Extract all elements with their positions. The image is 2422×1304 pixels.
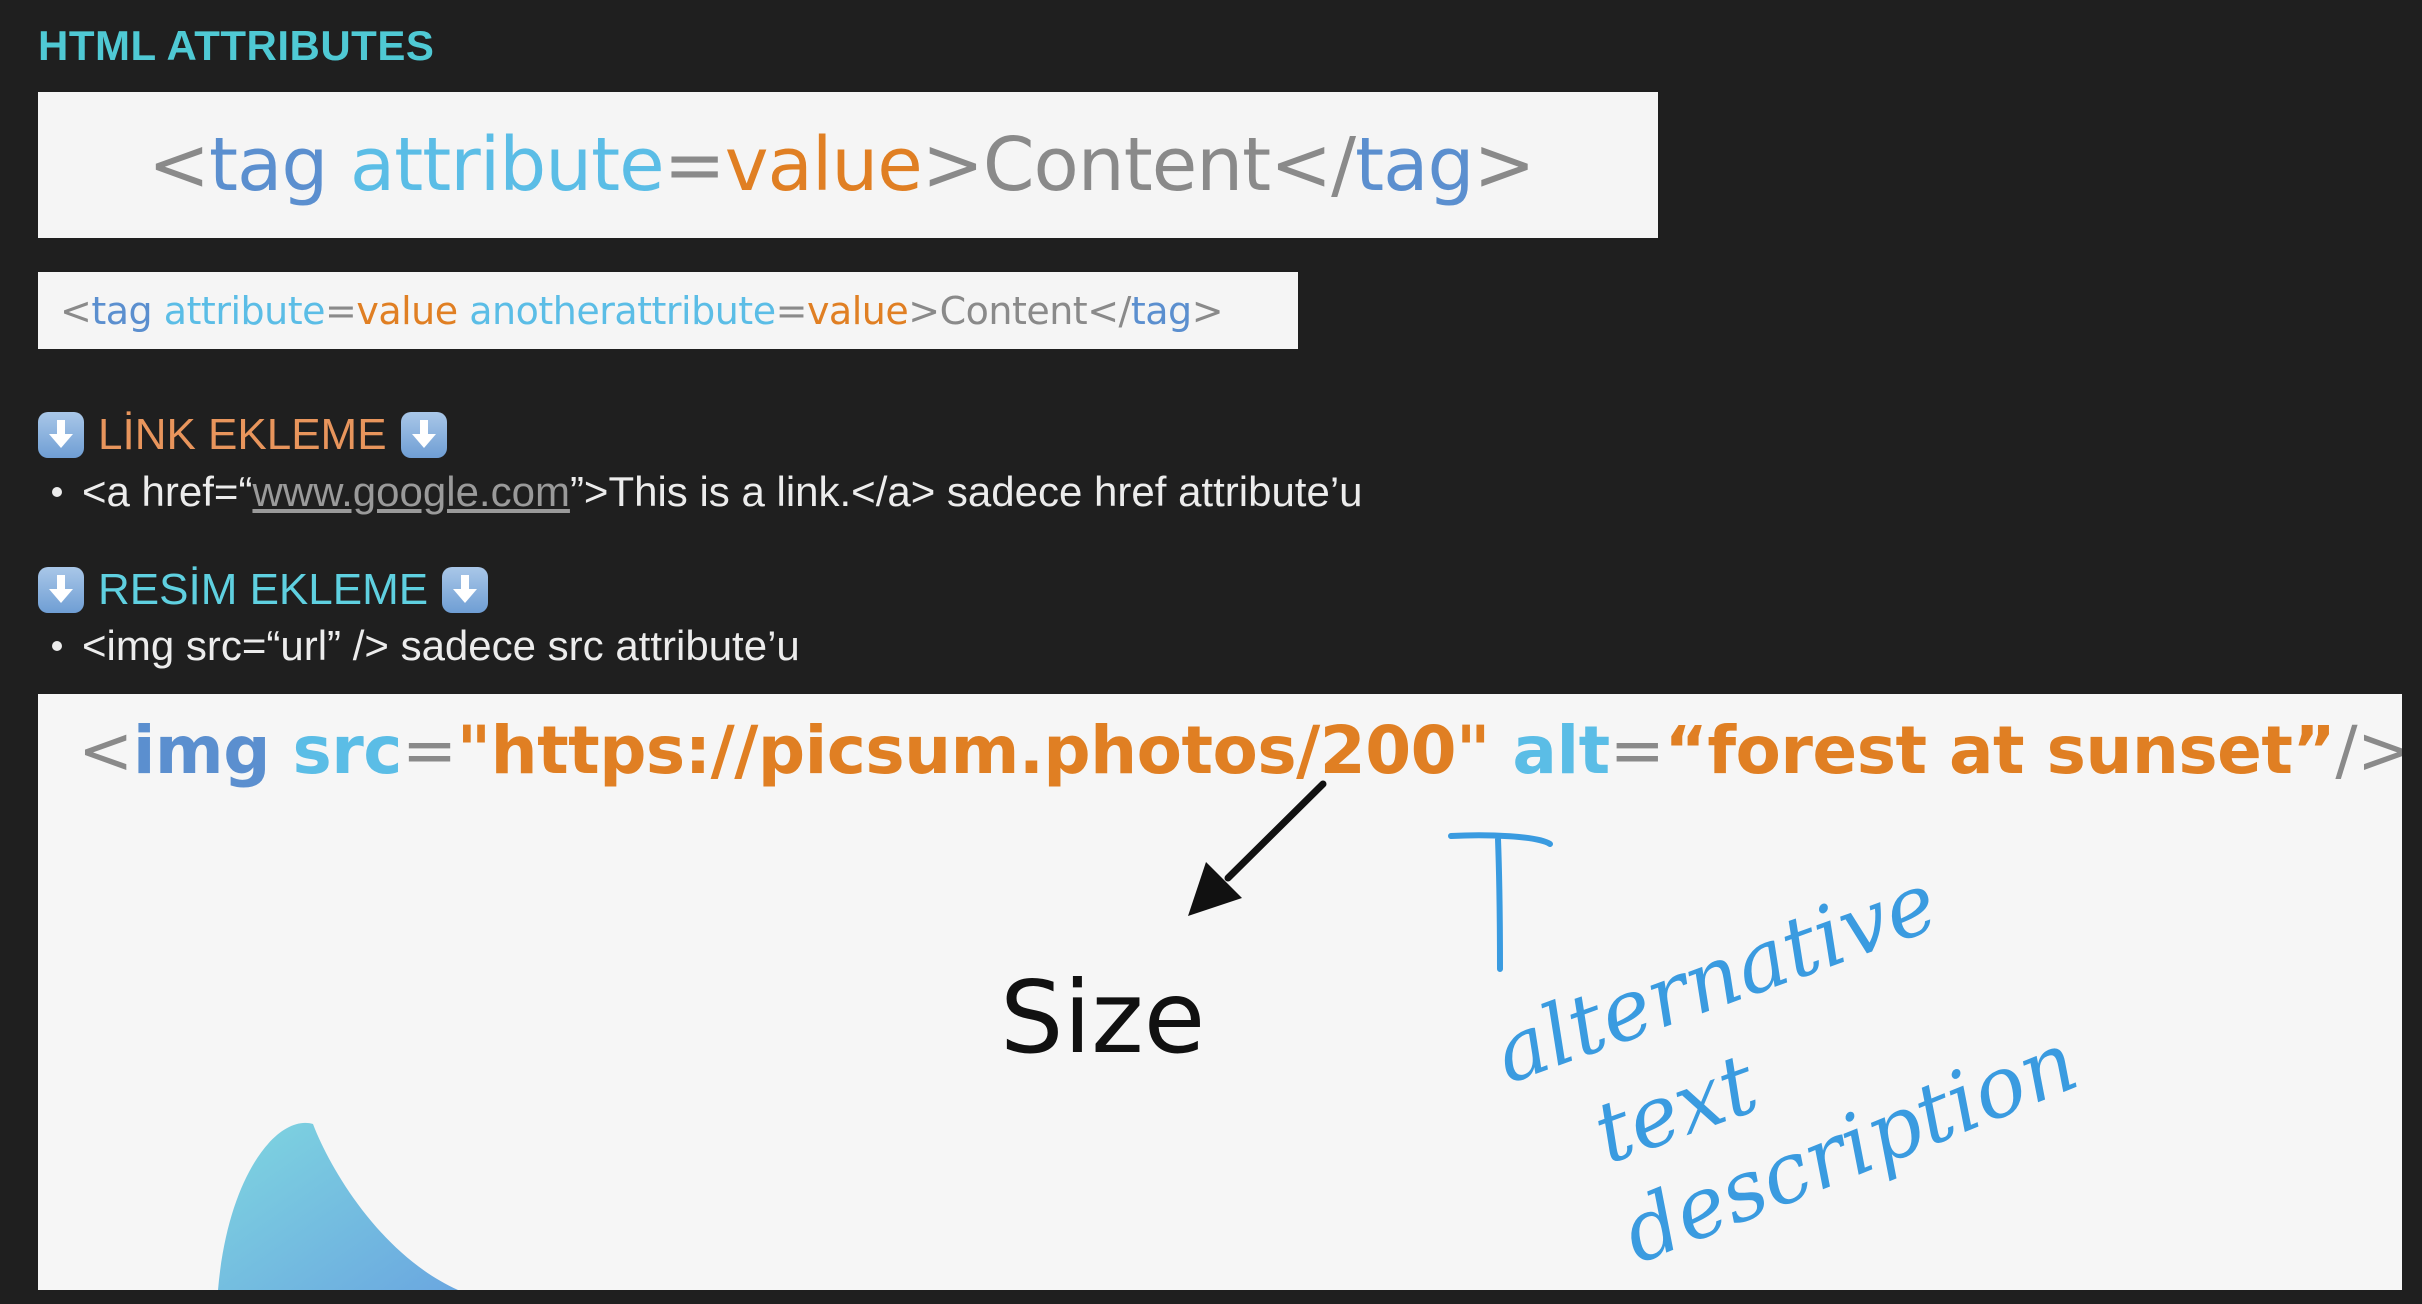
link-bullet-suffix: ”>This is a link.</a> sadece href attrib… — [569, 468, 1363, 515]
open-bracket: < — [60, 288, 92, 333]
equals-sign-2: = — [775, 288, 808, 333]
google-link[interactable]: www.google.com — [252, 468, 569, 515]
end-open-bracket: </ — [1270, 122, 1356, 208]
page-title: HTML ATTRIBUTES — [38, 22, 435, 69]
another-attribute-value: value — [806, 288, 909, 333]
equals-sign: = — [325, 288, 357, 333]
image-bullet-text: <img src=“url” /> sadece src attribute’u — [82, 622, 800, 669]
decorative-blob — [218, 1122, 458, 1290]
link-section-heading: LİNK EKLEME — [38, 410, 447, 460]
tag-name: tag — [209, 122, 328, 208]
annotation-drawing: Size alternative text description — [218, 780, 2090, 1290]
attribute-value: value — [724, 122, 923, 208]
syntax-example-single: < tag attribute = value > Content </tag > — [38, 92, 1658, 238]
tag-name: tag — [91, 288, 153, 333]
bullet-dot — [52, 486, 62, 497]
end-open-bracket: </ — [1087, 288, 1131, 333]
size-annotation: Size — [1000, 959, 1205, 1076]
content-text: Content — [939, 288, 1088, 333]
down-arrow-icon — [38, 567, 84, 613]
attribute-name: attribute — [349, 122, 665, 208]
down-arrow-icon — [400, 412, 447, 458]
syntax-example-multiple: < tag attribute = value anotherattribute = va… — [38, 272, 1298, 349]
end-close-bracket: > — [1473, 122, 1535, 208]
list-item-link: <a href=“www.google.com”>This is a link.… — [52, 468, 1363, 516]
down-arrow-icon — [38, 412, 84, 458]
image-section-heading: RESİM EKLEME — [38, 565, 489, 615]
equals-sign: = — [663, 122, 726, 208]
size-arrow-line — [1224, 780, 1327, 882]
content-text: Content — [982, 122, 1271, 208]
attribute-value: value — [356, 288, 458, 333]
end-tag-name: tag — [1355, 122, 1474, 208]
img-example-panel: <img src="https://picsum.photos/200" alt… — [38, 694, 2402, 1290]
open-bracket: < — [148, 122, 210, 208]
down-arrow-icon — [442, 567, 489, 613]
list-item-image: <img src=“url” /> sadece src attribute’u — [52, 622, 800, 670]
alt-marker-stroke — [1448, 832, 1553, 972]
link-bullet-prefix: <a href=“ — [82, 468, 253, 515]
bullet-dot — [52, 640, 62, 651]
close-bracket: > — [921, 122, 984, 208]
another-attribute-name: anotherattribute — [469, 288, 776, 333]
image-heading-text: RESİM EKLEME — [98, 565, 429, 614]
end-close-bracket: > — [1191, 288, 1224, 333]
close-bracket: > — [908, 288, 940, 333]
end-tag-name: tag — [1130, 288, 1192, 333]
attribute-name: attribute — [163, 288, 326, 333]
link-heading-text: LİNK EKLEME — [98, 410, 387, 459]
